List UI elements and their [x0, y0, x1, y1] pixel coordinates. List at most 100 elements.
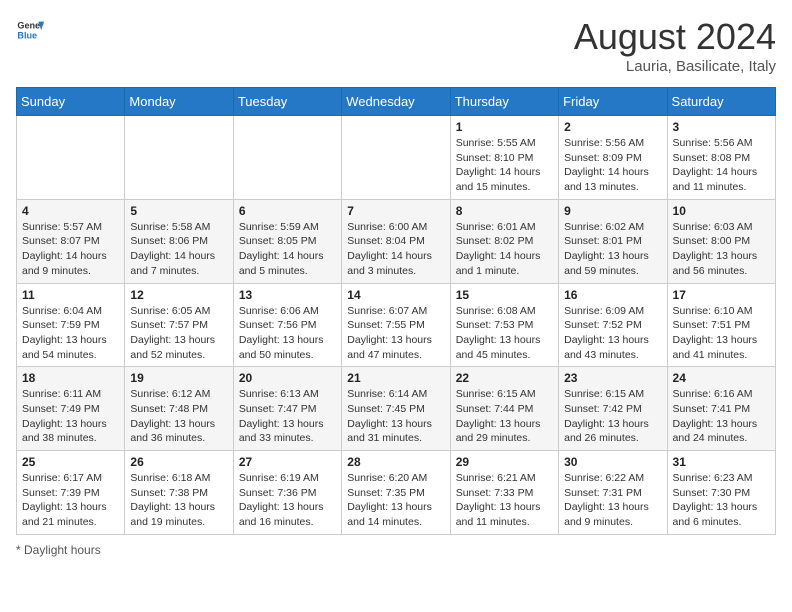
day-number: 30 — [564, 455, 661, 469]
day-content: Sunrise: 5:58 AMSunset: 8:06 PMDaylight:… — [130, 220, 227, 279]
day-number: 19 — [130, 371, 227, 385]
day-number: 4 — [22, 204, 119, 218]
day-header-thursday: Thursday — [450, 88, 558, 116]
day-number: 28 — [347, 455, 444, 469]
day-cell: 28 Sunrise: 6:20 AMSunset: 7:35 PMDayligh… — [342, 451, 450, 535]
day-content: Sunrise: 6:23 AMSunset: 7:30 PMDaylight:… — [673, 471, 770, 530]
day-number: 22 — [456, 371, 553, 385]
day-content: Sunrise: 6:15 AMSunset: 7:42 PMDaylight:… — [564, 387, 661, 446]
day-cell: 23 Sunrise: 6:15 AMSunset: 7:42 PMDayligh… — [559, 367, 667, 451]
logo-icon: General Blue — [16, 16, 44, 44]
day-content: Sunrise: 6:06 AMSunset: 7:56 PMDaylight:… — [239, 304, 336, 363]
day-number: 17 — [673, 288, 770, 302]
day-content: Sunrise: 6:01 AMSunset: 8:02 PMDaylight:… — [456, 220, 553, 279]
day-cell: 16 Sunrise: 6:09 AMSunset: 7:52 PMDayligh… — [559, 283, 667, 367]
day-content: Sunrise: 6:21 AMSunset: 7:33 PMDaylight:… — [456, 471, 553, 530]
day-content: Sunrise: 6:09 AMSunset: 7:52 PMDaylight:… — [564, 304, 661, 363]
day-cell — [342, 116, 450, 200]
day-content: Sunrise: 6:18 AMSunset: 7:38 PMDaylight:… — [130, 471, 227, 530]
day-content: Sunrise: 6:16 AMSunset: 7:41 PMDaylight:… — [673, 387, 770, 446]
header: General Blue August 2024 Lauria, Basilic… — [16, 16, 776, 75]
day-number: 23 — [564, 371, 661, 385]
day-cell: 6 Sunrise: 5:59 AMSunset: 8:05 PMDaylight… — [233, 199, 341, 283]
footer-note: * Daylight hours — [16, 543, 776, 557]
day-number: 6 — [239, 204, 336, 218]
day-content: Sunrise: 6:11 AMSunset: 7:49 PMDaylight:… — [22, 387, 119, 446]
day-number: 7 — [347, 204, 444, 218]
day-cell: 26Sunrise: 6:18 AMSunset: 7:38 PMDayligh… — [125, 451, 233, 535]
week-row-2: 4 Sunrise: 5:57 AMSunset: 8:07 PMDaylight… — [17, 199, 776, 283]
day-cell: 9Sunrise: 6:02 AMSunset: 8:01 PMDaylight… — [559, 199, 667, 283]
day-number: 13 — [239, 288, 336, 302]
day-cell: 31Sunrise: 6:23 AMSunset: 7:30 PMDayligh… — [667, 451, 775, 535]
day-cell: 11 Sunrise: 6:04 AMSunset: 7:59 PMDayligh… — [17, 283, 125, 367]
day-cell: 19Sunrise: 6:12 AMSunset: 7:48 PMDayligh… — [125, 367, 233, 451]
day-content: Sunrise: 6:19 AMSunset: 7:36 PMDaylight:… — [239, 471, 336, 530]
day-content: Sunrise: 6:13 AMSunset: 7:47 PMDaylight:… — [239, 387, 336, 446]
day-content: Sunrise: 5:56 AMSunset: 8:08 PMDaylight:… — [673, 136, 770, 195]
day-content: Sunrise: 6:03 AMSunset: 8:00 PMDaylight:… — [673, 220, 770, 279]
day-cell: 21Sunrise: 6:14 AMSunset: 7:45 PMDayligh… — [342, 367, 450, 451]
day-number: 29 — [456, 455, 553, 469]
day-cell: 18 Sunrise: 6:11 AMSunset: 7:49 PMDayligh… — [17, 367, 125, 451]
calendar-table: SundayMondayTuesdayWednesdayThursdayFrid… — [16, 87, 776, 535]
day-cell: 1 Sunrise: 5:55 AMSunset: 8:10 PMDaylight… — [450, 116, 558, 200]
day-number: 12 — [130, 288, 227, 302]
day-cell: 30 Sunrise: 6:22 AMSunset: 7:31 PMDayligh… — [559, 451, 667, 535]
day-header-monday: Monday — [125, 88, 233, 116]
day-cell: 20 Sunrise: 6:13 AMSunset: 7:47 PMDayligh… — [233, 367, 341, 451]
day-cell: 10 Sunrise: 6:03 AMSunset: 8:00 PMDayligh… — [667, 199, 775, 283]
day-number: 3 — [673, 120, 770, 134]
day-number: 1 — [456, 120, 553, 134]
day-cell: 5Sunrise: 5:58 AMSunset: 8:06 PMDaylight… — [125, 199, 233, 283]
day-cell: 27 Sunrise: 6:19 AMSunset: 7:36 PMDayligh… — [233, 451, 341, 535]
day-number: 11 — [22, 288, 119, 302]
day-number: 15 — [456, 288, 553, 302]
day-content: Sunrise: 6:10 AMSunset: 7:51 PMDaylight:… — [673, 304, 770, 363]
week-row-3: 11 Sunrise: 6:04 AMSunset: 7:59 PMDayligh… — [17, 283, 776, 367]
day-number: 21 — [347, 371, 444, 385]
svg-text:Blue: Blue — [17, 30, 37, 40]
day-content: Sunrise: 6:20 AMSunset: 7:35 PMDaylight:… — [347, 471, 444, 530]
week-row-1: 1 Sunrise: 5:55 AMSunset: 8:10 PMDaylight… — [17, 116, 776, 200]
day-number: 2 — [564, 120, 661, 134]
day-header-wednesday: Wednesday — [342, 88, 450, 116]
week-row-4: 18 Sunrise: 6:11 AMSunset: 7:49 PMDayligh… — [17, 367, 776, 451]
day-number: 14 — [347, 288, 444, 302]
day-cell: 29 Sunrise: 6:21 AMSunset: 7:33 PMDayligh… — [450, 451, 558, 535]
day-cell: 12Sunrise: 6:05 AMSunset: 7:57 PMDayligh… — [125, 283, 233, 367]
day-number: 24 — [673, 371, 770, 385]
day-header-friday: Friday — [559, 88, 667, 116]
day-number: 8 — [456, 204, 553, 218]
day-cell: 25Sunrise: 6:17 AMSunset: 7:39 PMDayligh… — [17, 451, 125, 535]
day-header-tuesday: Tuesday — [233, 88, 341, 116]
day-number: 27 — [239, 455, 336, 469]
day-number: 9 — [564, 204, 661, 218]
day-cell: 3 Sunrise: 5:56 AMSunset: 8:08 PMDaylight… — [667, 116, 775, 200]
day-cell — [233, 116, 341, 200]
main-title: August 2024 — [574, 16, 776, 58]
day-number: 16 — [564, 288, 661, 302]
header-row: SundayMondayTuesdayWednesdayThursdayFrid… — [17, 88, 776, 116]
day-content: Sunrise: 5:56 AMSunset: 8:09 PMDaylight:… — [564, 136, 661, 195]
week-row-5: 25Sunrise: 6:17 AMSunset: 7:39 PMDayligh… — [17, 451, 776, 535]
day-content: Sunrise: 6:08 AMSunset: 7:53 PMDaylight:… — [456, 304, 553, 363]
day-cell — [125, 116, 233, 200]
day-cell: 7Sunrise: 6:00 AMSunset: 8:04 PMDaylight… — [342, 199, 450, 283]
day-cell: 4 Sunrise: 5:57 AMSunset: 8:07 PMDaylight… — [17, 199, 125, 283]
day-content: Sunrise: 6:07 AMSunset: 7:55 PMDaylight:… — [347, 304, 444, 363]
day-content: Sunrise: 5:59 AMSunset: 8:05 PMDaylight:… — [239, 220, 336, 279]
day-cell: 24 Sunrise: 6:16 AMSunset: 7:41 PMDayligh… — [667, 367, 775, 451]
day-number: 25 — [22, 455, 119, 469]
day-content: Sunrise: 6:22 AMSunset: 7:31 PMDaylight:… — [564, 471, 661, 530]
title-area: August 2024 Lauria, Basilicate, Italy — [574, 16, 776, 75]
day-number: 10 — [673, 204, 770, 218]
day-content: Sunrise: 5:55 AMSunset: 8:10 PMDaylight:… — [456, 136, 553, 195]
day-cell: 15 Sunrise: 6:08 AMSunset: 7:53 PMDayligh… — [450, 283, 558, 367]
day-cell: 2 Sunrise: 5:56 AMSunset: 8:09 PMDaylight… — [559, 116, 667, 200]
day-cell: 13 Sunrise: 6:06 AMSunset: 7:56 PMDayligh… — [233, 283, 341, 367]
day-content: Sunrise: 6:04 AMSunset: 7:59 PMDaylight:… — [22, 304, 119, 363]
day-number: 18 — [22, 371, 119, 385]
day-content: Sunrise: 5:57 AMSunset: 8:07 PMDaylight:… — [22, 220, 119, 279]
day-number: 20 — [239, 371, 336, 385]
